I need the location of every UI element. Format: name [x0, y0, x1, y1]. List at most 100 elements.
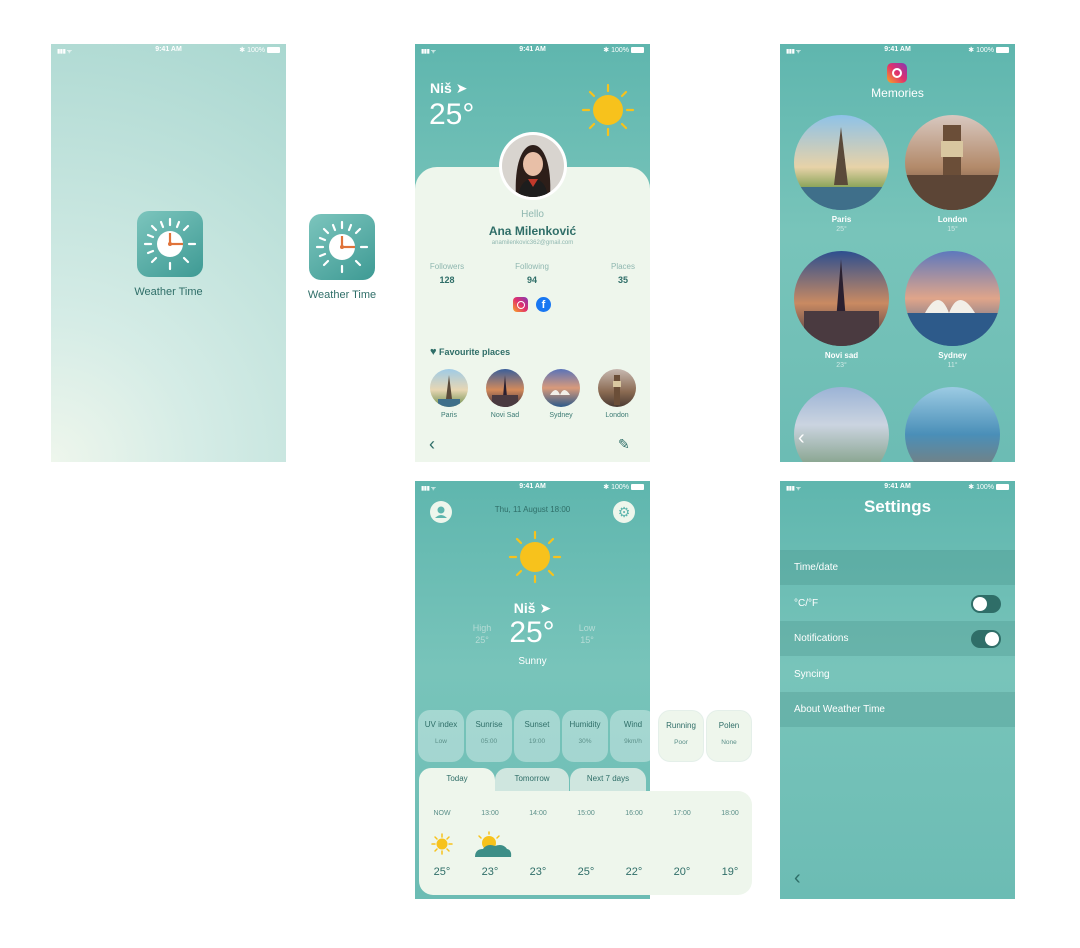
- hour-time: 13:00: [481, 810, 499, 817]
- sun-icon: [508, 530, 562, 584]
- fav-place-london[interactable]: [598, 369, 636, 407]
- greeting: Hello: [521, 209, 544, 220]
- fav-place-novi-sad[interactable]: [486, 369, 524, 407]
- memory-coast[interactable]: [905, 387, 1000, 462]
- memories-screen: ▮▮▮ ᯤ 9:41 AM ✱ 100% Memories Paris 25° …: [780, 44, 1015, 462]
- edit-pencil-icon[interactable]: ✎: [618, 436, 630, 453]
- location-arrow-icon: ➤: [455, 80, 468, 96]
- memory-name: Paris: [831, 215, 852, 224]
- memory-london[interactable]: [905, 115, 1000, 210]
- row-label: Notifications: [794, 633, 849, 644]
- back-chevron-icon[interactable]: ‹: [429, 434, 435, 455]
- hour-temp: 25°: [577, 866, 595, 878]
- hour-temp: 19°: [721, 866, 739, 878]
- memory-temp: 15°: [947, 226, 958, 233]
- condition: Sunny: [518, 656, 547, 667]
- settings-row-time-date[interactable]: Time/date: [780, 550, 1015, 585]
- hour-time: 14:00: [529, 810, 547, 817]
- sun-icon: [581, 83, 635, 137]
- card-uv-index[interactable]: UV index Low: [418, 710, 464, 762]
- splash-screen: ▮▮▮ ᯤ 9:41 AM ✱ 100% Weather Time: [51, 44, 286, 462]
- low-value: 15°: [580, 635, 594, 645]
- card-title: Humidity: [569, 720, 601, 729]
- location-arrow-icon: ➤: [539, 600, 552, 616]
- profile-screen: ▮▮▮ ᯤ 9:41 AM ✱ 100% Niš ➤ 25° Hello Ana…: [415, 44, 650, 462]
- memory-sydney[interactable]: [905, 251, 1000, 346]
- app-name-standalone: Weather Time: [307, 289, 377, 301]
- hour-time: 16:00: [625, 810, 643, 817]
- card-sunrise[interactable]: Sunrise 05:00: [466, 710, 512, 762]
- memory-novi-sad[interactable]: [794, 251, 889, 346]
- tab-next-7-days[interactable]: Next 7 days: [570, 768, 646, 792]
- hour-time: 15:00: [577, 810, 595, 817]
- memory-paris[interactable]: [794, 115, 889, 210]
- instagram-icon[interactable]: [887, 63, 907, 83]
- memory-mountains[interactable]: [794, 387, 889, 462]
- card-title: UV index: [424, 720, 458, 729]
- hour-temp: 20°: [673, 866, 691, 878]
- hour-temp: 25°: [433, 866, 451, 878]
- card-value: 19:00: [528, 738, 546, 745]
- tab-tomorrow[interactable]: Tomorrow: [495, 768, 569, 792]
- hour-temp: 23°: [529, 866, 547, 878]
- card-title: Sunrise: [475, 720, 503, 729]
- battery-icon: [996, 47, 1009, 54]
- card-value: Poor: [674, 739, 688, 746]
- avatar[interactable]: [499, 132, 567, 200]
- stat-label: Places: [610, 262, 635, 271]
- card-title: Wind: [623, 720, 643, 729]
- settings-row-syncing[interactable]: Syncing: [780, 657, 1015, 692]
- memory-name: London: [937, 215, 968, 224]
- back-chevron-icon[interactable]: ‹: [798, 427, 805, 450]
- low-label: Low: [578, 623, 596, 633]
- stat-label: Followers: [429, 262, 465, 271]
- card-running[interactable]: Running Poor: [658, 710, 704, 762]
- stat-places[interactable]: Places 35: [599, 262, 647, 285]
- high-label: High: [472, 623, 492, 633]
- fav-place-sydney[interactable]: [542, 369, 580, 407]
- back-chevron-icon[interactable]: ‹: [794, 867, 801, 890]
- memory-temp: 23°: [836, 362, 847, 369]
- card-humidity[interactable]: Humidity 30%: [562, 710, 608, 762]
- battery-icon: [631, 47, 644, 54]
- memory-name: Novi sad: [824, 351, 859, 360]
- partly-cloudy-icon: [475, 831, 512, 857]
- notifications-toggle[interactable]: [971, 630, 1001, 648]
- fav-place-paris[interactable]: [430, 369, 468, 407]
- status-bar: ▮▮▮ ᯤ 9:41 AM ✱ 100%: [415, 481, 650, 493]
- settings-button[interactable]: ⚙: [613, 501, 635, 523]
- settings-row-units[interactable]: °C/°F: [780, 586, 1015, 621]
- battery-indicator: ✱ 100%: [968, 46, 1009, 54]
- hour-time: 18:00: [721, 810, 739, 817]
- hourly-panel: [419, 791, 752, 895]
- home-screen: ▮▮▮ ᯤ 9:41 AM ✱ 100% Thu, 11 August 18:0…: [415, 481, 752, 899]
- high-value: 25°: [475, 635, 489, 645]
- memory-temp: 25°: [836, 226, 847, 233]
- stat-value: 35: [617, 275, 628, 285]
- units-toggle[interactable]: [971, 595, 1001, 613]
- card-title: Running: [666, 721, 696, 730]
- app-logo-icon: [137, 211, 203, 277]
- app-name: Weather Time: [134, 286, 203, 298]
- memory-name: Sydney: [938, 351, 967, 360]
- hour-temp: 22°: [625, 866, 643, 878]
- card-sunset[interactable]: Sunset 19:00: [514, 710, 560, 762]
- row-label: Time/date: [794, 562, 839, 573]
- stat-following[interactable]: Following 94: [508, 262, 556, 285]
- fav-place-name: Sydney: [549, 412, 573, 419]
- card-polen[interactable]: Polen None: [706, 710, 752, 762]
- instagram-icon[interactable]: [513, 297, 528, 312]
- battery-icon: [631, 484, 644, 491]
- card-value: 05:00: [480, 738, 498, 745]
- card-wind[interactable]: Wind 9km/h: [610, 710, 656, 762]
- settings-row-about[interactable]: About Weather Time: [780, 692, 1015, 727]
- favourites-title: Favourite places: [439, 347, 511, 357]
- settings-row-notifications[interactable]: Notifications: [780, 621, 1015, 656]
- stat-followers[interactable]: Followers 128: [423, 262, 471, 285]
- facebook-icon[interactable]: f: [536, 297, 551, 312]
- battery-indicator: ✱ 100%: [968, 483, 1009, 491]
- hour-time: NOW: [433, 810, 451, 817]
- fav-place-name: Paris: [441, 412, 457, 419]
- battery-icon: [267, 47, 280, 54]
- stat-value: 94: [526, 275, 537, 285]
